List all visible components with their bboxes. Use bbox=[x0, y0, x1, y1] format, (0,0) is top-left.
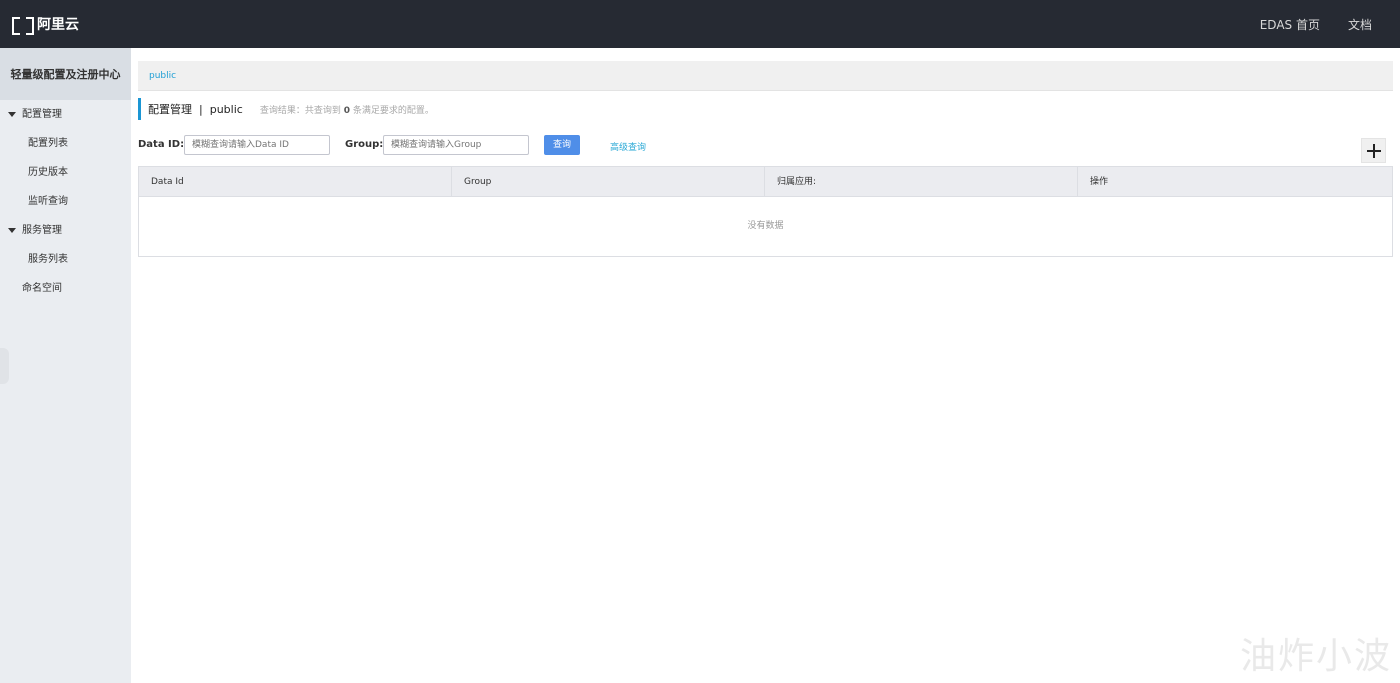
data-id-input[interactable] bbox=[184, 135, 330, 155]
search-button[interactable]: 查询 bbox=[544, 135, 580, 155]
sidebar-item-listener-query[interactable]: 监听查询 bbox=[0, 187, 131, 216]
sidebar-collapse-handle[interactable] bbox=[0, 348, 9, 384]
sidebar-group-service[interactable]: 服务管理 bbox=[0, 216, 131, 245]
aliyun-logo[interactable]: 阿里云 bbox=[12, 14, 79, 35]
top-nav: EDAS 首页 文档 bbox=[1232, 16, 1372, 33]
result-suffix: 条满足要求的配置。 bbox=[352, 105, 434, 116]
namespace-link-public[interactable]: public bbox=[149, 71, 176, 81]
table-header: Data Id Group 归属应用: 操作 bbox=[139, 167, 1392, 197]
data-id-label: Data ID: bbox=[138, 139, 185, 150]
namespace-bar: public bbox=[138, 61, 1393, 91]
logo-text: 阿里云 bbox=[37, 17, 79, 33]
add-config-button[interactable] bbox=[1361, 138, 1386, 163]
edas-home-link[interactable]: EDAS 首页 bbox=[1260, 16, 1320, 33]
sidebar-group-label: 服务管理 bbox=[22, 225, 62, 236]
sidebar-item-service-list[interactable]: 服务列表 bbox=[0, 245, 131, 274]
page-title: 配置管理 bbox=[148, 103, 192, 116]
page-namespace: public bbox=[209, 102, 243, 116]
group-label: Group: bbox=[345, 139, 384, 150]
result-count: 0 bbox=[343, 105, 350, 116]
filter-bar: Data ID: Group: 查询 高级查询 bbox=[138, 135, 1393, 155]
sidebar-title: 轻量级配置及注册中心 bbox=[0, 48, 131, 100]
sidebar-group-label: 配置管理 bbox=[22, 109, 62, 120]
column-header-actions: 操作 bbox=[1090, 177, 1109, 187]
advanced-query-link[interactable]: 高级查询 bbox=[610, 140, 646, 153]
group-input[interactable] bbox=[383, 135, 529, 155]
watermark: 油炸小波 bbox=[1239, 636, 1392, 677]
caret-down-icon bbox=[8, 228, 16, 233]
sidebar-item-history[interactable]: 历史版本 bbox=[0, 158, 131, 187]
caret-down-icon bbox=[8, 112, 16, 117]
config-table: Data Id Group 归属应用: 操作 没有数据 bbox=[138, 166, 1393, 257]
aliyun-logo-icon bbox=[12, 17, 34, 35]
column-header-app: 归属应用: bbox=[765, 167, 1078, 197]
sidebar-group-config[interactable]: 配置管理 bbox=[0, 100, 131, 129]
sidebar: 轻量级配置及注册中心 配置管理 配置列表 历史版本 监听查询 服务管理 服务列表… bbox=[0, 48, 131, 683]
page-header: 配置管理 | public 查询结果：共查询到 0 条满足要求的配置。 bbox=[138, 98, 434, 120]
top-bar: 阿里云 EDAS 首页 文档 bbox=[0, 0, 1400, 48]
docs-link[interactable]: 文档 bbox=[1348, 16, 1372, 33]
empty-state: 没有数据 bbox=[747, 221, 784, 231]
column-header-data-id: Data Id bbox=[139, 167, 452, 197]
query-result-text: 查询结果：共查询到 0 条满足要求的配置。 bbox=[260, 103, 434, 116]
title-separator: | bbox=[199, 102, 203, 116]
sidebar-item-namespace[interactable]: 命名空间 bbox=[0, 274, 131, 303]
column-header-group: Group bbox=[452, 167, 765, 197]
result-prefix: 查询结果：共查询到 bbox=[259, 105, 341, 116]
sidebar-item-config-list[interactable]: 配置列表 bbox=[0, 129, 131, 158]
